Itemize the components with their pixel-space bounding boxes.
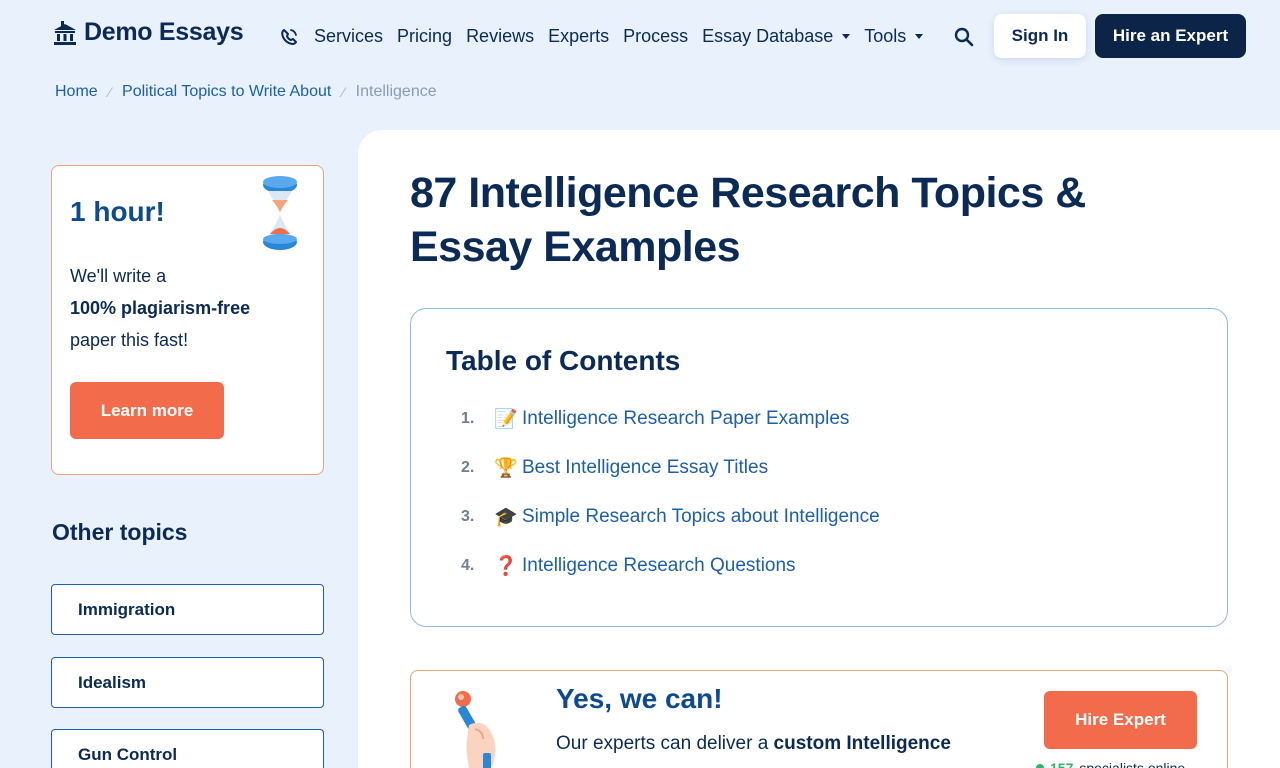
breadcrumb-current: Intelligence (355, 83, 437, 100)
search-icon[interactable] (954, 27, 974, 47)
nav-tools[interactable]: Tools (864, 26, 924, 47)
hire-an-expert-button[interactable]: Hire an Expert (1095, 14, 1246, 58)
promo-title: 1 hour! (70, 196, 165, 227)
nav-services-label: Services (314, 26, 384, 46)
toc-number: 3. (461, 508, 475, 525)
promo-line-3: paper this fast! (70, 330, 189, 350)
question-mark-icon: ❓ (494, 556, 518, 577)
toc-link[interactable]: Intelligence Research Paper Examples (522, 408, 849, 430)
toc-number: 2. (461, 459, 475, 476)
nav-experts-label: Experts (548, 26, 610, 46)
breadcrumb: Home ⁄ Political Topics to Write About ⁄… (55, 83, 437, 101)
nav-pricing[interactable]: Pricing (397, 26, 452, 47)
other-topics-title: Other topics (52, 519, 188, 545)
memo-icon: 📝 (494, 409, 518, 430)
hourglass-icon (263, 176, 297, 250)
cta-text-bold: custom Intelligence (773, 733, 951, 754)
nav-tools-label: Tools (864, 26, 907, 46)
nav-pricing-label: Pricing (397, 26, 453, 46)
toc-item[interactable]: 4. ❓ Intelligence Research Questions (461, 554, 796, 578)
nav-process-label: Process (623, 26, 689, 46)
phone-icon[interactable] (279, 27, 299, 47)
toc-link[interactable]: Intelligence Research Questions (522, 555, 796, 577)
nav-essay-database[interactable]: Essay Database (702, 26, 851, 47)
caret-down-icon (915, 34, 924, 39)
promo-line-2: 100% plagiarism-free (70, 298, 251, 318)
site-header: Demo Essays Services Pricing Reviews Exp… (0, 0, 1280, 72)
topic-gun-control[interactable]: Gun Control (51, 729, 324, 768)
toc-title: Table of Contents (446, 345, 681, 376)
sign-in-button[interactable]: Sign In (994, 14, 1086, 58)
table-of-contents: Table of Contents 1. 📝 Intelligence Rese… (410, 308, 1228, 627)
logo-text: Demo Essays (84, 18, 244, 46)
online-count: 157 (1050, 760, 1074, 768)
toc-number: 4. (461, 557, 475, 574)
online-dot-icon (1036, 764, 1044, 768)
topic-idealism[interactable]: Idealism (51, 657, 324, 708)
logo[interactable]: Demo Essays (52, 18, 244, 47)
toc-item[interactable]: 1. 📝 Intelligence Research Paper Example… (461, 407, 849, 431)
graduation-cap-icon: 🎓 (494, 507, 518, 528)
breadcrumb-political-topics[interactable]: Political Topics to Write About (122, 83, 331, 101)
learn-more-button[interactable]: Learn more (70, 382, 224, 439)
toc-number: 1. (461, 410, 475, 427)
toc-item[interactable]: 3. 🎓 Simple Research Topics about Intell… (461, 505, 880, 529)
toc-link[interactable]: Best Intelligence Essay Titles (522, 457, 768, 479)
breadcrumb-separator: ⁄ (342, 84, 345, 100)
nav-essay-database-label: Essay Database (702, 26, 834, 46)
trophy-icon: 🏆 (494, 458, 518, 479)
hand-with-pen-icon (455, 691, 496, 768)
cta-text: Our experts can deliver a custom Intelli… (556, 733, 951, 755)
toc-link[interactable]: Simple Research Topics about Intelligenc… (522, 506, 880, 528)
toc-item[interactable]: 2. 🏆 Best Intelligence Essay Titles (461, 456, 768, 480)
breadcrumb-separator: ⁄ (108, 84, 112, 100)
main-content: 87 Intelligence Research Topics & Essay … (358, 130, 1280, 768)
main-nav: Services Pricing Reviews Experts Process… (314, 26, 937, 47)
topic-immigration[interactable]: Immigration (51, 584, 324, 635)
promo-text: We'll write a 100% plagiarism-free paper… (70, 260, 310, 356)
promo-line-1: We'll write a (70, 266, 167, 286)
caret-down-icon (842, 34, 851, 39)
nav-reviews[interactable]: Reviews (466, 26, 534, 47)
breadcrumb-home[interactable]: Home (55, 83, 98, 101)
cta-text-prefix: Our experts can deliver a (556, 733, 769, 754)
institution-icon (54, 20, 76, 45)
nav-services[interactable]: Services (314, 26, 383, 47)
page-title: 87 Intelligence Research Topics & Essay … (410, 169, 1086, 271)
hire-cta-card: Yes, we can! Our experts can deliver a c… (410, 670, 1228, 768)
online-status: 157 specialists online (1036, 760, 1185, 768)
nav-reviews-label: Reviews (466, 26, 535, 46)
hire-expert-button[interactable]: Hire Expert (1044, 691, 1197, 749)
promo-card: 1 hour! We'll write a 100% plagiarism-fr… (51, 165, 324, 475)
cta-title: Yes, we can! (556, 683, 723, 714)
online-text: specialists online (1079, 760, 1186, 768)
nav-experts[interactable]: Experts (548, 26, 609, 47)
nav-process[interactable]: Process (623, 26, 688, 47)
